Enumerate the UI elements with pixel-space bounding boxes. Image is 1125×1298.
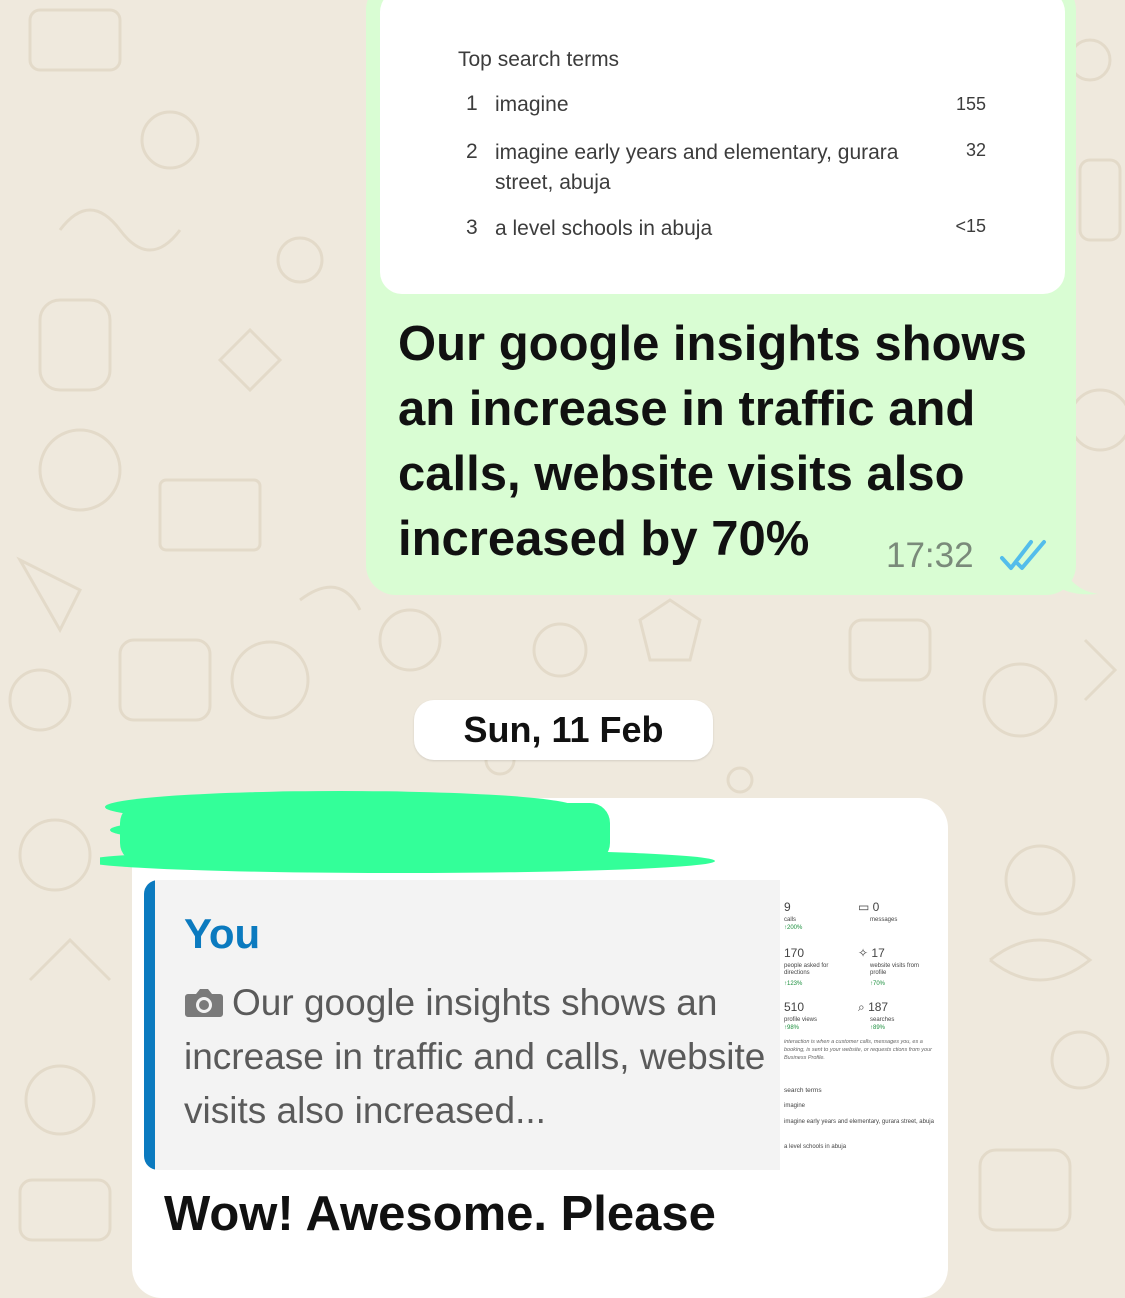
quoted-image-thumbnail[interactable]: 9 calls ↑200% ▭ 0 messages 170 people as… (780, 880, 938, 1170)
stat-value: ⌕ 187 (858, 1000, 889, 1014)
outgoing-bubble-tail (1060, 560, 1098, 595)
thumbnail-term: imagine early years and elementary, gura… (784, 1119, 934, 1125)
term-text: imagine early years and elementary, gura… (495, 141, 899, 194)
message-timestamp: 17:32 (886, 536, 974, 575)
stat-change: ↑98% (784, 1025, 800, 1031)
thumbnail-note: interaction is when a customer calls, me… (784, 1039, 932, 1061)
stat-change: ↑200% (784, 925, 803, 931)
date-divider: Sun, 11 Feb (414, 700, 713, 760)
camera-icon (185, 989, 223, 1017)
quote-text: Our google insights shows an increase in… (184, 982, 766, 1131)
stat-label: people asked for directions (784, 963, 829, 976)
stat-label: website visits from profile (870, 963, 920, 976)
thumbnail-term: imagine (784, 1103, 806, 1109)
quote-sender: You (184, 910, 261, 957)
quote-accent-bar (144, 880, 155, 1170)
term-text: imagine (495, 93, 569, 116)
outgoing-message-text: Our google insights shows an increase in… (398, 317, 1027, 566)
term-count: 155 (955, 94, 986, 114)
term-count: 32 (965, 140, 986, 160)
stat-change: ↑70% (870, 981, 886, 987)
stat-label: calls (784, 917, 797, 923)
thumbnail-terms-title: search terms (784, 1087, 822, 1094)
thumbnail-term: a level schools in abuja (784, 1144, 847, 1150)
term-text: a level schools in abuja (495, 217, 713, 240)
stat-value: ▭ 0 (858, 900, 880, 914)
stat-label: profile views (784, 1017, 818, 1023)
quote-text-block: Our google insights shows an increase in… (184, 976, 774, 1138)
redaction-scribble (100, 791, 715, 873)
term-rank: 1 (466, 92, 478, 115)
term-rank: 3 (466, 216, 478, 239)
stat-value: 510 (784, 1000, 805, 1014)
date-label: Sun, 11 Feb (463, 709, 664, 750)
stat-label: messages (870, 917, 898, 923)
stat-value: 9 (784, 900, 791, 914)
incoming-message-text: Wow! Awesome. Please (164, 1187, 716, 1241)
quoted-message[interactable]: You Our google insights shows an increas… (144, 880, 780, 1170)
double-check-read-icon (1000, 540, 1046, 570)
stat-change: ↑123% (784, 981, 803, 987)
term-count: <15 (955, 216, 986, 236)
stat-change: ↑89% (870, 1025, 886, 1031)
term-rank: 2 (466, 140, 478, 163)
stat-value: 170 (784, 946, 805, 960)
stat-label: searches (870, 1017, 895, 1023)
stat-value: ✧ 17 (858, 946, 885, 960)
top-search-terms-title: Top search terms (458, 48, 620, 71)
